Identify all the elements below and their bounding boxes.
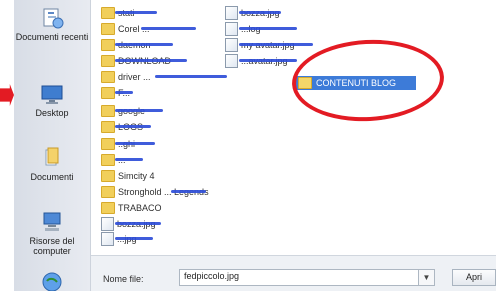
- file-name-label: Nome file:: [103, 274, 144, 284]
- redaction-scribble: [115, 59, 187, 62]
- place-desktop[interactable]: Desktop: [14, 82, 90, 118]
- folder-icon: [101, 38, 115, 51]
- file-list-area: stati Corel ... daemon DOWNLOAD driver .…: [91, 0, 496, 255]
- redaction-scribble: [115, 222, 161, 225]
- folder-icon: [101, 201, 115, 214]
- list-item[interactable]: DOWNLOAD: [101, 54, 187, 67]
- folder-icon: [101, 137, 115, 150]
- list-item[interactable]: Corel ...: [101, 22, 196, 35]
- redaction-scribble: [239, 43, 313, 46]
- redaction-scribble: [115, 43, 173, 46]
- list-item[interactable]: bozza.jpg: [225, 5, 281, 20]
- redaction-scribble: [239, 11, 281, 14]
- redaction-scribble: [171, 190, 206, 193]
- folder-icon: [101, 22, 115, 35]
- redaction-scribble: [115, 91, 133, 94]
- image-file-icon: [101, 216, 114, 231]
- folder-icon: [101, 54, 115, 67]
- place-label: Desktop: [35, 108, 69, 118]
- redaction-scribble: [239, 59, 297, 62]
- place-computer[interactable]: Risorse del computer: [14, 210, 90, 256]
- redaction-scribble: [239, 27, 297, 30]
- image-file-icon: [225, 53, 238, 68]
- redaction-scribble: [115, 11, 157, 14]
- recent-documents-icon: [38, 6, 66, 30]
- desktop-icon: [38, 82, 66, 106]
- folder-icon: [101, 86, 115, 99]
- documents-icon: [38, 146, 66, 170]
- left-edge: [0, 0, 14, 291]
- redaction-scribble: [115, 125, 151, 128]
- redaction-scribble: [115, 109, 163, 112]
- list-item[interactable]: F...: [101, 86, 133, 99]
- list-item[interactable]: ...: [101, 153, 143, 166]
- list-item[interactable]: google: [101, 104, 163, 117]
- redaction-scribble: [141, 27, 196, 30]
- list-item[interactable]: bozza.jpg: [101, 216, 161, 231]
- redaction-scribble: [115, 142, 155, 145]
- file-name-dropdown-button[interactable]: ▼: [419, 269, 435, 286]
- folder-icon: [101, 6, 115, 19]
- folder-icon: [101, 153, 115, 166]
- folder-icon: [101, 120, 115, 133]
- red-annotation-circle: [289, 36, 447, 125]
- folder-icon: [101, 185, 115, 198]
- list-item[interactable]: ...log: [225, 21, 297, 36]
- list-item[interactable]: stati: [101, 6, 157, 19]
- place-network[interactable]: [14, 270, 90, 291]
- place-label: Documenti recenti: [15, 32, 89, 42]
- folder-icon: [101, 70, 115, 83]
- computer-icon: [38, 210, 66, 234]
- list-item[interactable]: ..ghi: [101, 137, 155, 150]
- list-item[interactable]: driver ...: [101, 70, 227, 83]
- list-item[interactable]: my avatar.jpg: [225, 37, 313, 52]
- image-file-icon: [101, 231, 114, 246]
- network-icon: [38, 270, 66, 291]
- file-name-input[interactable]: fedpiccolo.jpg: [179, 269, 419, 286]
- folder-icon: [101, 104, 115, 117]
- place-documents[interactable]: Documenti: [14, 146, 90, 182]
- place-recent-documents[interactable]: Documenti recenti: [14, 6, 90, 42]
- image-file-icon: [225, 21, 238, 36]
- place-label: Documenti: [30, 172, 74, 182]
- list-item[interactable]: daemon: [101, 38, 173, 51]
- list-item[interactable]: ...jpg: [101, 231, 153, 246]
- list-item[interactable]: Simcity 4: [101, 169, 155, 182]
- list-item[interactable]: Stronghold ... Legends: [101, 185, 209, 198]
- folder-icon: [101, 169, 115, 182]
- redaction-scribble: [115, 158, 143, 161]
- image-file-icon: [225, 37, 238, 52]
- redaction-scribble: [115, 237, 153, 240]
- list-item[interactable]: LOGS: [101, 120, 151, 133]
- place-label: Risorse del computer: [29, 236, 75, 256]
- redaction-scribble: [155, 75, 227, 78]
- open-button[interactable]: Apri: [452, 269, 496, 286]
- file-name-bar: Nome file: fedpiccolo.jpg ▼ Apri: [91, 255, 496, 291]
- image-file-icon: [225, 5, 238, 20]
- list-item[interactable]: TRABACO: [101, 201, 162, 214]
- list-item[interactable]: ...avatar.jpg: [225, 53, 297, 68]
